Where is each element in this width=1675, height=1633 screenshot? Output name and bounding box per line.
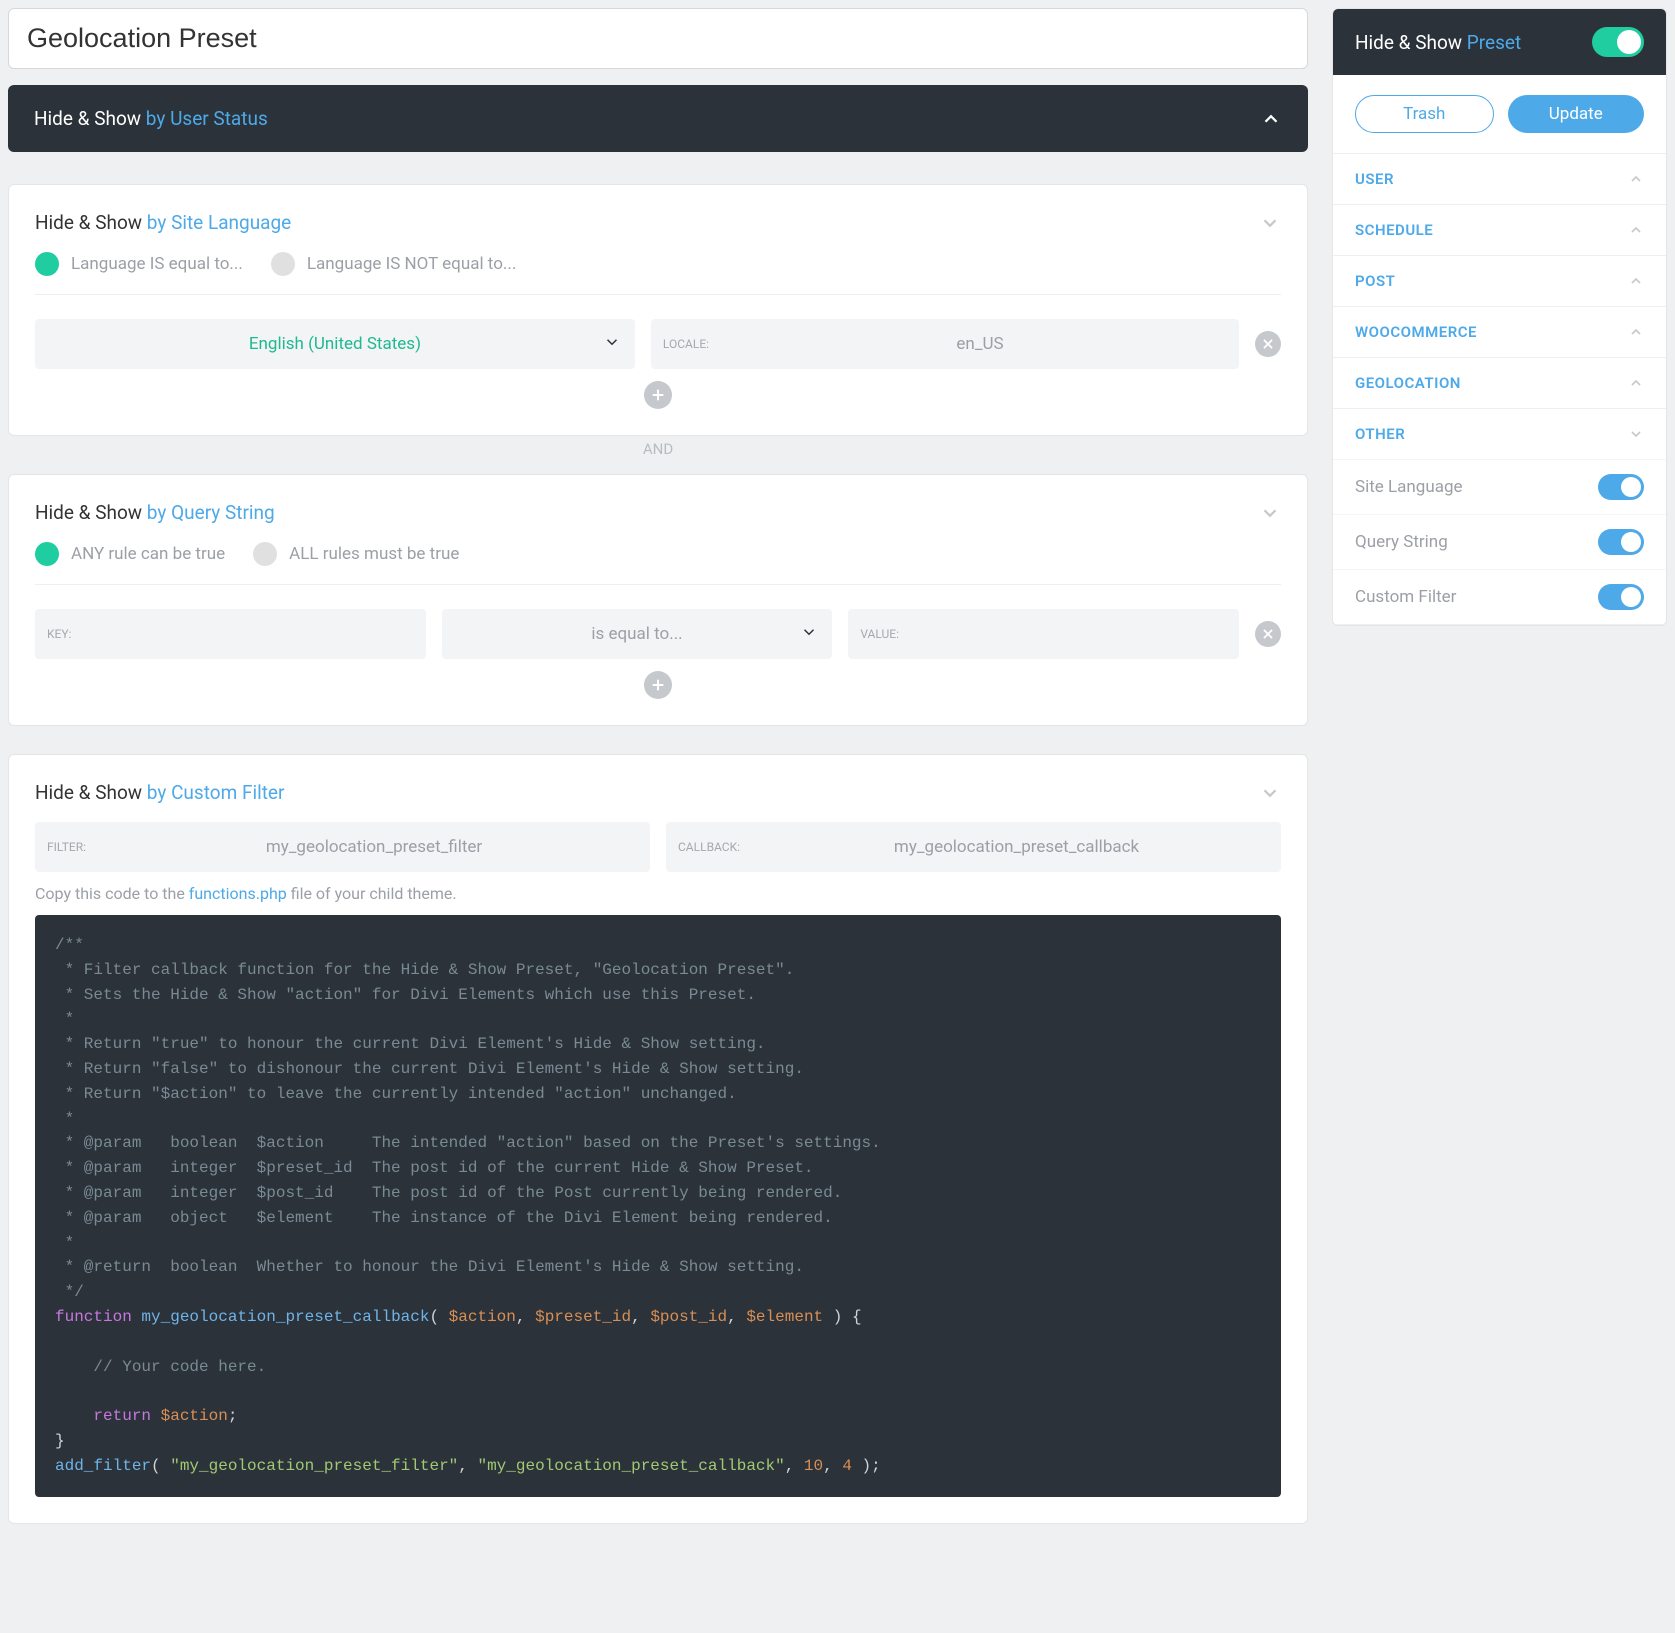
radio-lang-equal[interactable]: Language IS equal to... [35,252,243,276]
panel-custom-filter: Hide & Show by Custom Filter FILTER: my_… [8,754,1308,1524]
site-language-toggle[interactable] [1598,474,1644,500]
chevron-up-icon[interactable] [1260,108,1282,130]
section-geolocation[interactable]: GEOLOCATION [1333,358,1666,408]
chevron-down-icon [1628,426,1644,442]
query-string-toggle[interactable] [1598,529,1644,555]
panel-query-string: Hide & Show by Query String ANY rule can… [8,474,1308,726]
radio-icon [271,252,295,276]
value-field[interactable]: VALUE: [848,609,1239,659]
operator-select[interactable]: is equal to... [442,609,833,659]
language-select[interactable]: English (United States) [35,319,635,369]
chevron-down-icon[interactable] [1259,502,1281,524]
section-woocommerce[interactable]: WOOCOMMERCE [1333,307,1666,357]
locale-field[interactable]: LOCALE: en_US [651,319,1239,369]
section-other[interactable]: OTHER [1333,409,1666,459]
toggle-custom-filter: Custom Filter [1333,569,1666,624]
section-post[interactable]: POST [1333,256,1666,306]
sidebar-card: Hide & Show Preset Trash Update USER SCH… [1332,8,1667,626]
remove-row-button[interactable] [1255,621,1281,647]
chevron-up-icon [1628,273,1644,289]
radio-icon [35,252,59,276]
preset-enabled-toggle[interactable] [1592,27,1644,57]
chevron-up-icon [1628,171,1644,187]
chevron-up-icon [1628,222,1644,238]
code-snippet: /** * Filter callback function for the H… [35,915,1281,1497]
callback-name-field[interactable]: CALLBACK: my_geolocation_preset_callback [666,822,1281,872]
trash-button[interactable]: Trash [1355,95,1494,133]
radio-any-rule[interactable]: ANY rule can be true [35,542,225,566]
help-text: Copy this code to the functions.php file… [35,884,1281,903]
radio-icon [35,542,59,566]
radio-icon [253,542,277,566]
functions-php-link[interactable]: functions.php [189,884,287,903]
chevron-down-icon[interactable] [1259,782,1281,804]
panel-user-status[interactable]: Hide & Show by User Status [8,85,1308,152]
section-user[interactable]: USER [1333,154,1666,204]
remove-row-button[interactable] [1255,331,1281,357]
chevron-down-icon [800,623,818,645]
add-row-button[interactable] [644,671,672,699]
filter-name-field[interactable]: FILTER: my_geolocation_preset_filter [35,822,650,872]
key-field[interactable]: KEY: [35,609,426,659]
toggle-query-string: Query String [1333,514,1666,569]
chevron-up-icon [1628,324,1644,340]
section-schedule[interactable]: SCHEDULE [1333,205,1666,255]
preset-title-input[interactable] [8,8,1308,69]
chevron-up-icon [1628,375,1644,391]
panel-by: by User Status [146,107,268,130]
panel-site-language: Hide & Show by Site Language Language IS… [8,184,1308,436]
radio-all-rules[interactable]: ALL rules must be true [253,542,459,566]
update-button[interactable]: Update [1508,95,1645,133]
chevron-down-icon[interactable] [1259,212,1281,234]
custom-filter-toggle[interactable] [1598,584,1644,610]
radio-lang-not-equal[interactable]: Language IS NOT equal to... [271,252,516,276]
toggle-site-language: Site Language [1333,459,1666,514]
add-row-button[interactable] [644,381,672,409]
connector-and: AND [8,440,1308,458]
panel-prefix: Hide & Show [34,107,141,130]
chevron-down-icon [603,333,621,355]
